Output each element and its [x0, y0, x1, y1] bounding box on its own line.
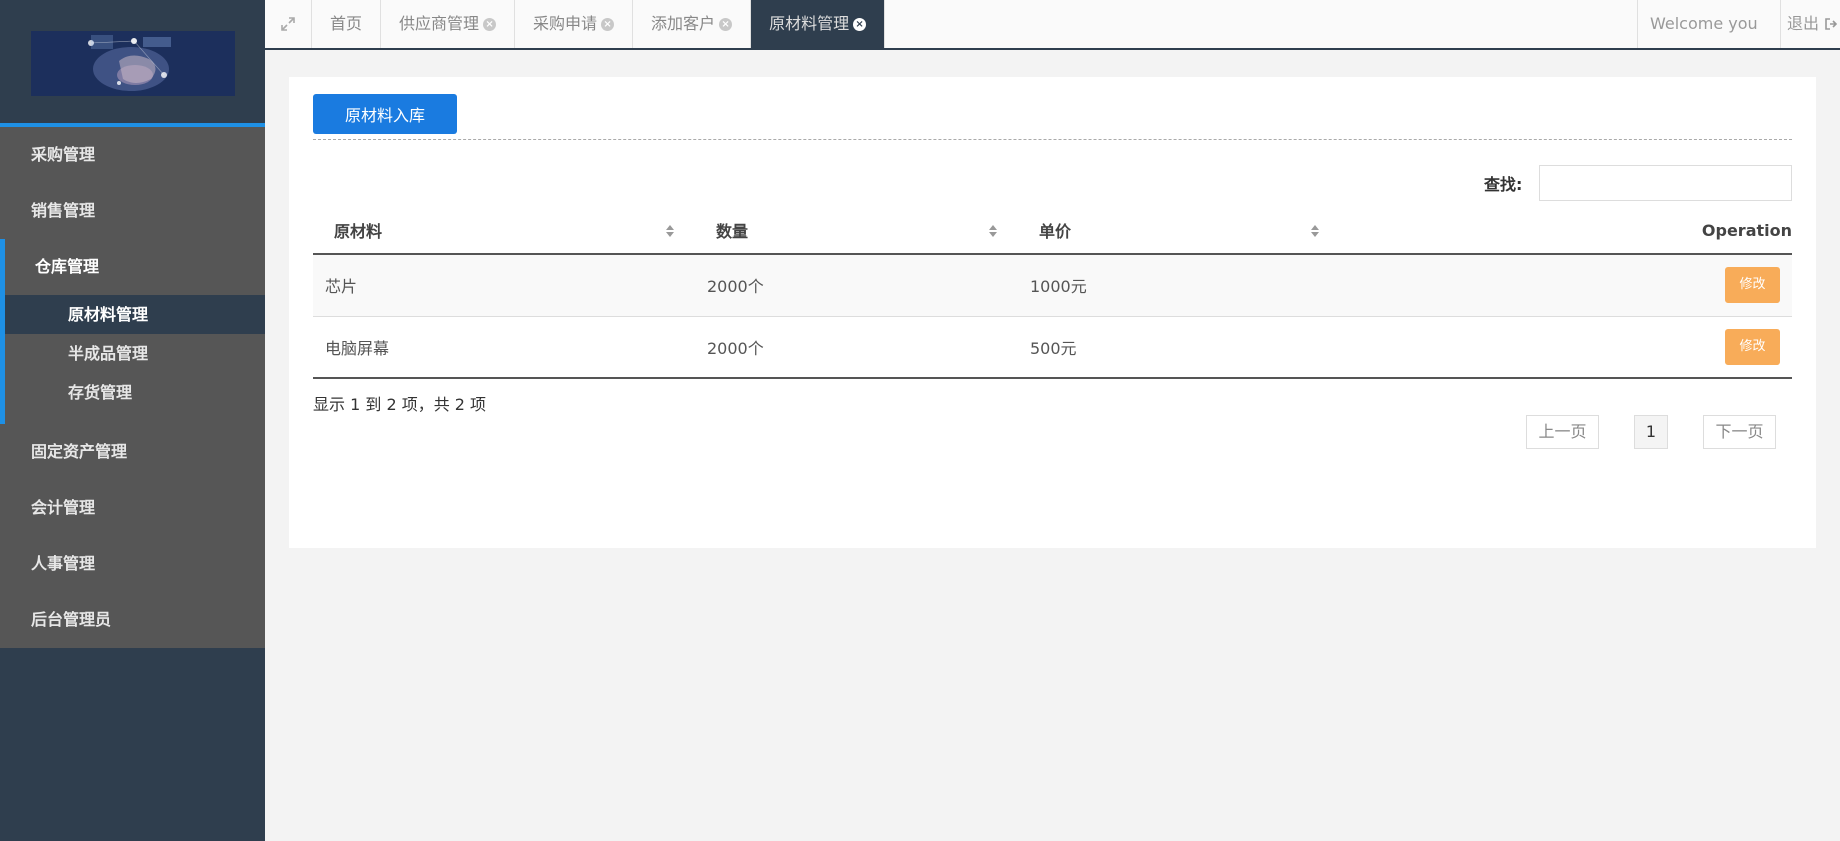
cell-quantity: 2000个	[695, 254, 1018, 317]
tab-label: 采购申请	[533, 14, 598, 33]
sidebar-item-warehouse[interactable]: 仓库管理	[5, 239, 265, 295]
cell-price: 500元	[1018, 316, 1340, 379]
expand-icon	[281, 17, 295, 31]
close-icon[interactable]: ×	[483, 17, 497, 31]
search-label: 查找:	[1484, 175, 1523, 194]
expand-button[interactable]	[265, 0, 312, 48]
edit-button[interactable]: 修改	[1725, 267, 1780, 304]
tab-home[interactable]: 首页	[312, 0, 382, 48]
logout-button[interactable]: 退出	[1787, 0, 1838, 48]
tab-label: 原材料管理	[769, 14, 850, 33]
tab-bar: 首页 供应商管理 × 采购申请 × 添加客户 × 原材料管理 ×	[312, 0, 886, 48]
tab-label: 供应商管理	[399, 14, 480, 33]
tab-label: 首页	[330, 14, 363, 33]
add-raw-material-button[interactable]: 原材料入库	[313, 94, 457, 134]
edit-button[interactable]: 修改	[1725, 328, 1780, 365]
next-page-button[interactable]: 下一页	[1703, 415, 1776, 449]
sidebar-subitem-raw-materials[interactable]: 原材料管理	[5, 295, 265, 334]
welcome-text: Welcome you	[1637, 0, 1781, 48]
tab-add-customer[interactable]: 添加客户 ×	[633, 0, 752, 48]
column-header-label: 单价	[1039, 222, 1072, 241]
sidebar-menu: 采购管理 销售管理 仓库管理 原材料管理 半成品管理 存货管理 固定资产管理 会…	[0, 127, 265, 648]
sort-icon	[666, 225, 674, 237]
logout-icon	[1825, 18, 1838, 30]
tab-raw-materials[interactable]: 原材料管理 ×	[751, 0, 886, 48]
cell-material: 芯片	[313, 254, 695, 317]
prev-page-button[interactable]: 上一页	[1526, 415, 1599, 449]
sidebar-subitem-inventory[interactable]: 存货管理	[5, 373, 265, 412]
column-header-price[interactable]: 单价	[1018, 207, 1340, 255]
column-header-label: 数量	[716, 222, 749, 241]
warehouse-submenu: 原材料管理 半成品管理 存货管理	[5, 295, 265, 424]
column-header-operation: Operation	[1340, 207, 1792, 255]
tab-purchase-request[interactable]: 采购申请 ×	[515, 0, 634, 48]
close-icon[interactable]: ×	[853, 17, 867, 31]
sidebar-subitem-semi-finished[interactable]: 半成品管理	[5, 334, 265, 373]
tab-label: 添加客户	[651, 14, 716, 33]
sort-icon	[1311, 225, 1319, 237]
raw-materials-table: 原材料 数量 单价 Operation 芯片 2000个 1000元 修改 电脑…	[313, 207, 1792, 379]
column-header-material[interactable]: 原材料	[313, 207, 695, 255]
cell-operation: 修改	[1340, 254, 1792, 317]
sidebar-item-purchase[interactable]: 采购管理	[0, 127, 265, 183]
close-icon[interactable]: ×	[601, 17, 615, 31]
top-bar: 首页 供应商管理 × 采购申请 × 添加客户 × 原材料管理 × Welcome…	[265, 0, 1840, 50]
table-row: 电脑屏幕 2000个 500元 修改	[313, 316, 1792, 379]
content-card: 原材料入库 查找: 原材料 数量 单价 Operation 芯片 2000个 1…	[289, 77, 1816, 548]
logo-area	[0, 0, 265, 127]
logo-graphic	[31, 31, 235, 96]
divider	[313, 139, 1792, 140]
page-number-button[interactable]: 1	[1634, 415, 1668, 449]
sort-icon	[989, 225, 997, 237]
cell-operation: 修改	[1340, 316, 1792, 379]
sidebar-item-hr[interactable]: 人事管理	[0, 536, 265, 592]
system-logo	[31, 31, 235, 96]
column-header-quantity[interactable]: 数量	[695, 207, 1018, 255]
cell-quantity: 2000个	[695, 316, 1018, 379]
column-header-label: 原材料	[334, 222, 383, 241]
sidebar-group-warehouse: 仓库管理 原材料管理 半成品管理 存货管理	[0, 239, 265, 424]
cell-material: 电脑屏幕	[313, 316, 695, 379]
logout-label: 退出	[1787, 14, 1820, 33]
sidebar-item-fixed-assets[interactable]: 固定资产管理	[0, 424, 265, 480]
sidebar-item-admin[interactable]: 后台管理员	[0, 592, 265, 648]
table-info: 显示 1 到 2 项，共 2 项	[313, 395, 487, 414]
sidebar-item-sales[interactable]: 销售管理	[0, 183, 265, 239]
cell-price: 1000元	[1018, 254, 1340, 317]
tab-supplier-management[interactable]: 供应商管理 ×	[381, 0, 516, 48]
table-row: 芯片 2000个 1000元 修改	[313, 254, 1792, 317]
close-icon[interactable]: ×	[719, 17, 733, 31]
table-header-row: 原材料 数量 单价 Operation	[313, 207, 1792, 255]
search-input[interactable]	[1539, 165, 1792, 201]
sidebar: 采购管理 销售管理 仓库管理 原材料管理 半成品管理 存货管理 固定资产管理 会…	[0, 0, 265, 841]
sidebar-item-accounting[interactable]: 会计管理	[0, 480, 265, 536]
